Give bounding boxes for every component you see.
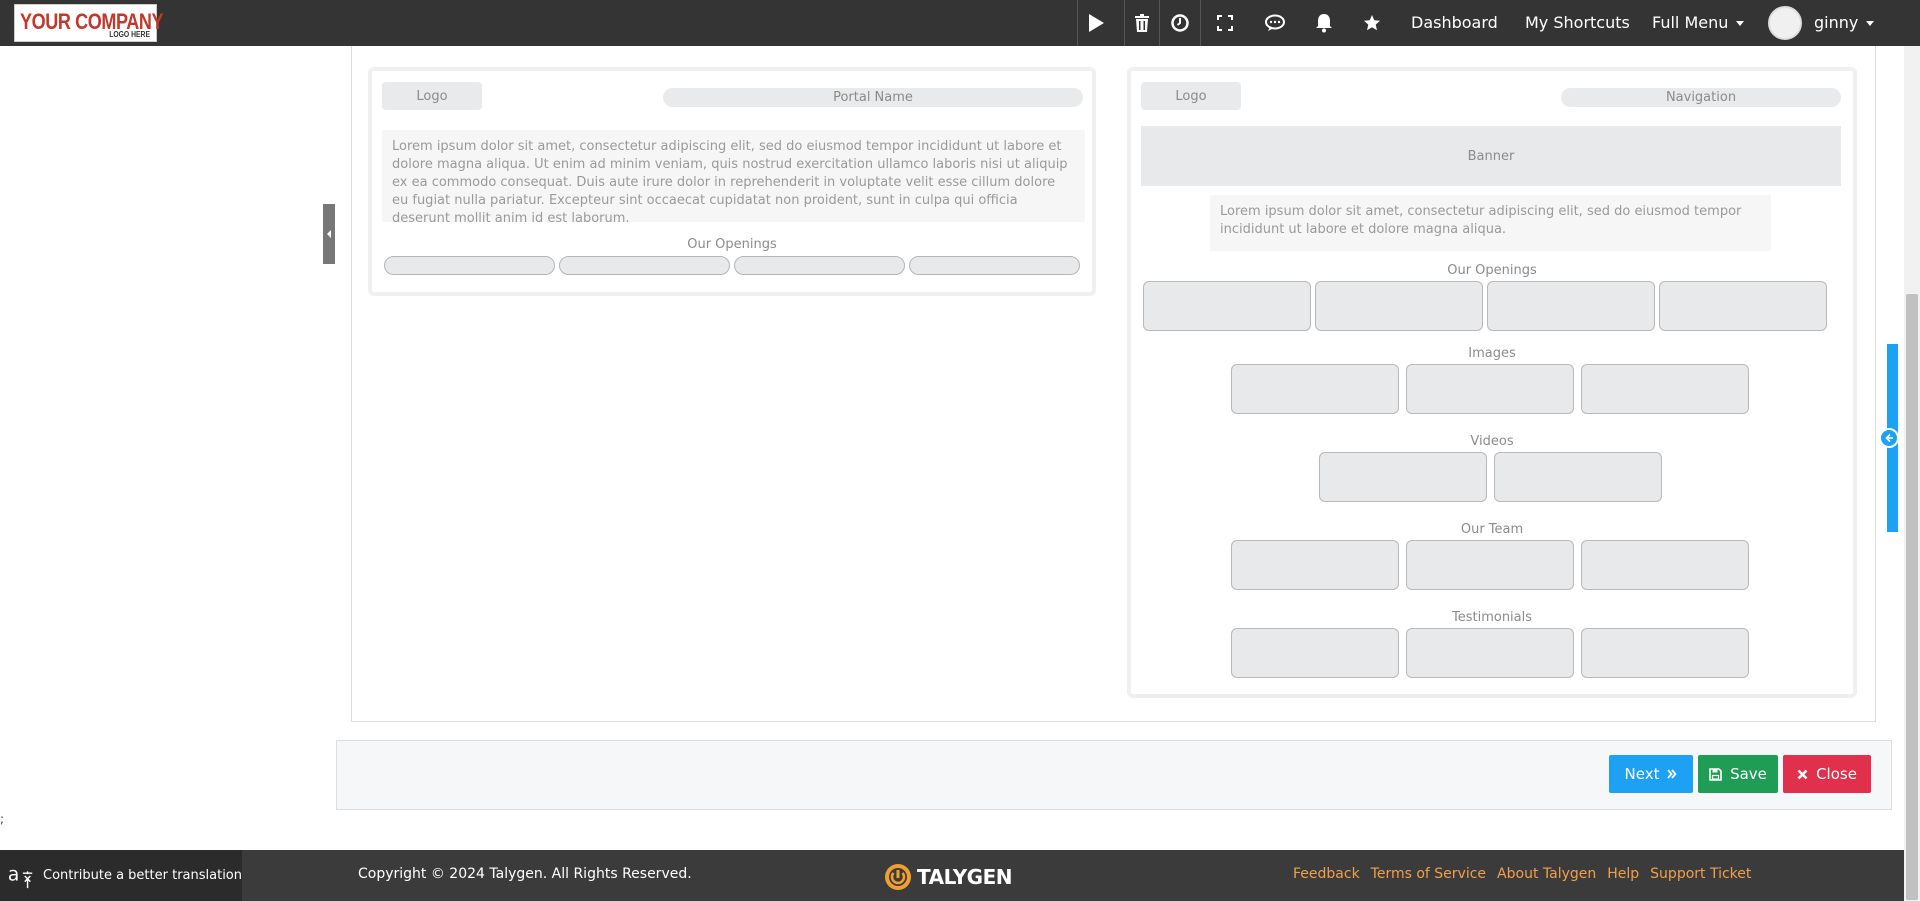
template-lorem-text: Lorem ipsum dolor sit amet, consectetur … <box>382 130 1085 226</box>
footer-link-terms[interactable]: Terms of Service <box>1371 866 1486 882</box>
template-banner: Banner <box>1141 126 1841 186</box>
image-placeholder <box>1406 364 1574 414</box>
play-icon[interactable] <box>1078 0 1114 46</box>
user-name: ginny <box>1814 13 1859 32</box>
chevron-down-icon <box>1866 21 1875 26</box>
arrow-left-circle-icon[interactable] <box>1879 428 1899 448</box>
opening-placeholder <box>1143 281 1311 331</box>
template-logo: Logo <box>382 82 482 110</box>
translate-widget[interactable]: a Contribute a better translation <box>0 850 242 901</box>
opening-placeholder <box>1315 281 1483 331</box>
toolbar-separator <box>1200 0 1201 46</box>
next-label: Next <box>1624 765 1660 783</box>
trash-icon[interactable] <box>1125 0 1159 46</box>
video-placeholder <box>1494 452 1662 502</box>
team-placeholder <box>1581 540 1749 590</box>
image-placeholder <box>1581 364 1749 414</box>
avatar[interactable] <box>1768 6 1802 40</box>
nav-my-shortcuts[interactable]: My Shortcuts <box>1525 13 1630 32</box>
team-placeholder <box>1231 540 1399 590</box>
talygen-logo[interactable]: TALYGEN <box>883 862 1013 892</box>
footer-link-feedback[interactable]: Feedback <box>1293 866 1360 882</box>
full-menu-label: Full Menu <box>1652 13 1729 32</box>
video-placeholder <box>1319 452 1487 502</box>
testimonial-placeholder <box>1406 628 1574 678</box>
save-label: Save <box>1730 765 1767 783</box>
opening-placeholder <box>559 256 730 275</box>
fullscreen-icon[interactable] <box>1207 0 1243 46</box>
translate-text: Contribute a better translation <box>43 868 242 883</box>
stray-text: ; <box>0 812 5 826</box>
sidebar-collapse-toggle[interactable] <box>323 204 335 264</box>
clock-icon[interactable] <box>1160 0 1200 46</box>
template-openings-title: Our Openings <box>687 237 777 252</box>
layout-template-2[interactable]: Logo Navigation Banner Lorem ipsum dolor… <box>1127 67 1857 698</box>
top-navbar: YOUR COMPANY LOGO HERE Dashboard My Shor… <box>0 0 1920 46</box>
footer-link-help[interactable]: Help <box>1607 866 1639 882</box>
chat-icon[interactable] <box>1257 0 1293 46</box>
chevron-left-icon <box>327 230 331 238</box>
talygen-brand: TALYGEN <box>917 865 1013 889</box>
testimonial-placeholder <box>1581 628 1749 678</box>
section-title-openings: Our Openings <box>1447 263 1537 278</box>
talygen-emblem-icon <box>885 864 911 890</box>
opening-placeholder <box>1659 281 1827 331</box>
team-placeholder <box>1406 540 1574 590</box>
footer-link-support[interactable]: Support Ticket <box>1650 866 1751 882</box>
star-icon[interactable] <box>1354 0 1390 46</box>
opening-placeholder <box>384 256 555 275</box>
chevron-down-icon <box>1736 21 1745 26</box>
bell-icon[interactable] <box>1306 0 1342 46</box>
save-button[interactable]: Save <box>1698 755 1778 793</box>
nav-dashboard[interactable]: Dashboard <box>1411 13 1498 32</box>
section-title-team: Our Team <box>1460 522 1524 537</box>
double-chevron-right-icon <box>1667 769 1678 779</box>
opening-placeholder <box>734 256 905 275</box>
section-title-testimonials: Testimonials <box>1451 610 1533 625</box>
opening-placeholder <box>909 256 1080 275</box>
page-scrollbar-thumb[interactable] <box>1906 294 1918 900</box>
svg-text:a: a <box>8 864 19 885</box>
image-placeholder <box>1231 364 1399 414</box>
close-icon <box>1797 769 1808 779</box>
testimonial-placeholder <box>1231 628 1399 678</box>
section-title-images: Images <box>1468 346 1516 361</box>
translate-icon: a <box>8 864 33 888</box>
section-title-videos: Videos <box>1470 434 1514 449</box>
template-navigation: Navigation <box>1561 88 1841 107</box>
company-logo[interactable]: YOUR COMPANY LOGO HERE <box>14 4 163 42</box>
footer-link-about[interactable]: About Talygen <box>1497 866 1596 882</box>
layout-template-1[interactable]: Logo Portal Name Lorem ipsum dolor sit a… <box>368 67 1096 296</box>
template-portal-name: Portal Name <box>663 88 1083 107</box>
copyright-text: Copyright © 2024 Talygen. All Rights Res… <box>358 866 692 882</box>
floppy-disk-icon <box>1709 767 1722 781</box>
template-lorem-text: Lorem ipsum dolor sit amet, consectetur … <box>1210 195 1771 251</box>
next-button[interactable]: Next <box>1609 755 1693 793</box>
close-button[interactable]: Close <box>1783 755 1871 793</box>
footer-links: Feedback Terms of Service About Talygen … <box>1293 866 1751 882</box>
nav-full-menu[interactable]: Full Menu <box>1652 13 1745 32</box>
opening-placeholder <box>1487 281 1655 331</box>
user-menu[interactable]: ginny <box>1814 13 1875 32</box>
logo-sub-text: LOGO HERE <box>109 30 150 39</box>
close-label: Close <box>1816 765 1857 783</box>
template-logo: Logo <box>1141 82 1241 110</box>
